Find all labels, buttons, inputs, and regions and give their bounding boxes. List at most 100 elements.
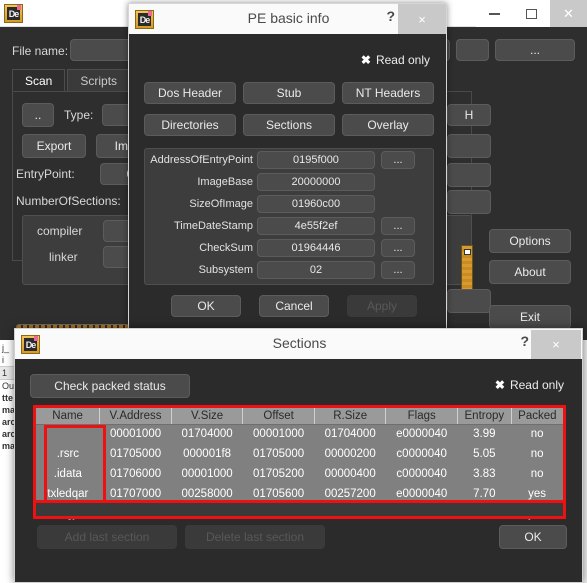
field-value-sizeofimage[interactable]: 01960c00 — [257, 195, 375, 213]
extra-button[interactable] — [447, 289, 491, 313]
ok-button[interactable]: OK — [171, 295, 241, 317]
col-rsize[interactable]: R.Size — [314, 408, 387, 425]
help-icon[interactable]: ? — [386, 8, 395, 24]
close-icon[interactable]: × — [531, 330, 581, 359]
nt-headers-button[interactable]: NT Headers — [342, 82, 434, 104]
col-offset[interactable]: Offset — [242, 408, 315, 425]
cell-vsize[interactable]: 00258000 — [171, 484, 243, 504]
field-label-timedatestamp: TimeDateStamp — [173, 220, 253, 232]
sections-window: De Sections ? × Check packed status ✖ Re… — [14, 328, 583, 583]
tab-scan[interactable]: Scan — [12, 69, 66, 92]
entrypoint-more-button[interactable] — [447, 163, 491, 187]
cell-offset[interactable]: 01705200 — [243, 464, 315, 484]
cell-flags[interactable]: c0000040 — [386, 444, 458, 464]
field-value-addressofentrypoint[interactable]: 0195f000 — [257, 151, 375, 169]
sections-window-title: Sections — [272, 335, 327, 351]
field-value-timedatestamp[interactable]: 4e55f2ef — [257, 217, 375, 235]
read-only-toggle[interactable]: ✖ Read only — [361, 53, 430, 67]
table-header-row: Name V.Address V.Size Offset R.Size Flag… — [36, 408, 563, 425]
field-more-addressofentrypoint[interactable]: ... — [381, 151, 415, 169]
entrypoint-label: EntryPoint: — [16, 167, 75, 181]
cell-vaddress[interactable]: 01705000 — [100, 444, 172, 464]
cell-vaddress[interactable]: 01707000 — [100, 484, 172, 504]
cell-rsize[interactable]: 01704000 — [314, 424, 386, 444]
table-row[interactable]: 00001000 01704000 00001000 01704000 e000… — [36, 424, 563, 444]
numberofsections-label: NumberOfSections: — [16, 194, 121, 208]
stub-button[interactable]: Stub — [243, 82, 335, 104]
cell-entropy[interactable]: 3.99 — [457, 424, 511, 444]
pe-basic-info-dialog: De PE basic info ? × ✖ Read only Dos Hea… — [128, 3, 447, 329]
col-name[interactable]: Name — [36, 408, 101, 425]
cell-vaddress[interactable]: 01706000 — [100, 464, 172, 484]
exit-button[interactable]: Exit — [489, 305, 571, 329]
cell-packed[interactable]: no — [511, 464, 563, 484]
close-icon[interactable]: ✕ — [550, 0, 587, 27]
sections-button[interactable]: Sections — [243, 114, 335, 136]
cancel-button[interactable]: Cancel — [259, 295, 329, 317]
field-label-imagebase: ImageBase — [197, 176, 253, 188]
table-row[interactable]: .idata 01706000 00001000 01705200 00000400… — [36, 464, 563, 484]
field-more-subsystem[interactable]: ... — [381, 261, 415, 279]
field-more-checksum[interactable]: ... — [381, 239, 415, 257]
read-only-toggle[interactable]: ✖ Read only — [495, 378, 564, 392]
cell-flags[interactable]: c0000040 — [386, 464, 458, 484]
cell-vsize[interactable]: 00001000 — [171, 464, 243, 484]
about-button[interactable]: About — [489, 260, 571, 284]
export-button[interactable]: Export — [22, 134, 86, 158]
resources-button[interactable] — [447, 134, 491, 158]
cell-vsize[interactable]: 01704000 — [171, 424, 243, 444]
cell-rsize[interactable]: 00000200 — [314, 444, 386, 464]
cell-entropy[interactable]: 5.05 — [457, 444, 511, 464]
file-name-label: File name: — [12, 44, 69, 58]
field-value-subsystem[interactable]: 02 — [257, 261, 375, 279]
col-vaddress[interactable]: V.Address — [99, 408, 172, 425]
table-row[interactable]: txledqar 01707000 00258000 01705600 002572… — [36, 484, 563, 504]
cell-vaddress[interactable]: 00001000 — [100, 424, 172, 444]
name-column-highlight — [44, 425, 106, 503]
cell-vsize[interactable]: 000001f8 — [171, 444, 243, 464]
delete-last-section-button: Delete last section — [185, 525, 325, 549]
screen-root: H j_ i 1 Ou tte ma arc arc ma De Detect … — [0, 0, 587, 583]
col-entropy[interactable]: Entropy — [457, 408, 512, 425]
apply-button: Apply — [347, 295, 417, 317]
field-value-checksum[interactable]: 01964446 — [257, 239, 375, 257]
cell-entropy[interactable]: 3.83 — [457, 464, 511, 484]
compiler-label: compiler — [37, 224, 83, 238]
col-flags[interactable]: Flags — [385, 408, 458, 425]
cell-offset[interactable]: 00001000 — [243, 424, 315, 444]
cell-packed[interactable]: no — [511, 444, 563, 464]
cell-offset[interactable]: 01705000 — [243, 444, 315, 464]
field-label-checksum: CheckSum — [199, 242, 253, 254]
cell-entropy[interactable]: 7.70 — [457, 484, 511, 504]
cell-offset[interactable]: 01705600 — [243, 484, 315, 504]
field-value-imagebase[interactable]: 20000000 — [257, 173, 375, 191]
checkbox-x-icon: ✖ — [360, 53, 371, 67]
overlay-button[interactable]: Overlay — [342, 114, 434, 136]
directories-button[interactable]: Directories — [144, 114, 236, 136]
sections-body: Check packed status ✖ Read only Name V.A… — [14, 359, 583, 583]
tab-scripts[interactable]: Scripts — [67, 69, 131, 92]
cell-rsize[interactable]: 00000400 — [314, 464, 386, 484]
read-only-label: Read only — [509, 378, 564, 392]
options-button[interactable]: Options — [489, 229, 571, 253]
parent-dir-button[interactable]: .. — [22, 103, 54, 127]
col-packed[interactable]: Packed — [511, 408, 563, 425]
cell-flags[interactable]: e0000040 — [386, 424, 458, 444]
cell-rsize[interactable]: 00257200 — [314, 484, 386, 504]
cell-flags[interactable]: e0000040 — [386, 484, 458, 504]
ok-button[interactable]: OK — [499, 525, 567, 549]
filename-extra-button[interactable] — [456, 39, 489, 61]
dos-header-button[interactable]: Dos Header — [144, 82, 236, 104]
browse-button[interactable]: ... — [495, 39, 575, 61]
check-packed-status-button[interactable]: Check packed status — [30, 374, 190, 398]
close-icon[interactable]: × — [398, 4, 446, 34]
field-more-timedatestamp[interactable]: ... — [381, 217, 415, 235]
maximize-icon[interactable] — [513, 0, 550, 27]
cell-packed[interactable]: yes — [511, 484, 563, 504]
minimize-icon[interactable] — [476, 0, 513, 27]
table-row[interactable]: .rsrc 01705000 000001f8 01705000 00000200 c… — [36, 444, 563, 464]
sections-more-button[interactable] — [447, 190, 491, 214]
cell-packed[interactable]: no — [511, 424, 563, 444]
col-vsize[interactable]: V.Size — [171, 408, 244, 425]
help-icon[interactable]: ? — [520, 333, 529, 349]
